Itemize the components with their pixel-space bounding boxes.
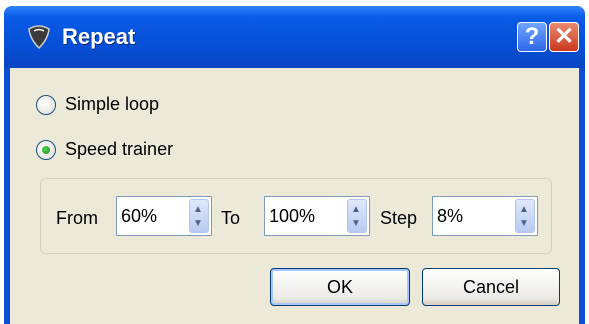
dialog-body: Simple loop Speed trainer From 60% ▲ ▼ T… (10, 68, 579, 324)
from-label: From (56, 208, 98, 228)
to-spin-arrows[interactable]: ▲ ▼ (347, 199, 367, 233)
spin-down-icon[interactable]: ▼ (351, 219, 361, 229)
title-bar[interactable]: Repeat ? ✕ (4, 6, 585, 68)
help-button[interactable]: ? (517, 22, 547, 52)
ok-button[interactable]: OK (270, 268, 410, 306)
speed-trainer-label: Speed trainer (65, 139, 174, 159)
step-value[interactable]: 8% (437, 206, 463, 227)
cancel-button[interactable]: Cancel (422, 268, 560, 306)
from-spin-arrows[interactable]: ▲ ▼ (189, 199, 209, 233)
step-spinbox[interactable]: 8% ▲ ▼ (432, 196, 538, 236)
speed-trainer-option[interactable]: Speed trainer (36, 139, 173, 160)
speed-trainer-radio[interactable] (36, 139, 56, 160)
spin-down-icon[interactable]: ▼ (193, 219, 203, 229)
step-spin-arrows[interactable]: ▲ ▼ (515, 199, 535, 233)
spin-up-icon[interactable]: ▲ (519, 205, 529, 215)
simple-loop-label: Simple loop (65, 94, 160, 114)
spin-up-icon[interactable]: ▲ (351, 205, 361, 215)
to-label: To (221, 208, 241, 228)
spin-down-icon[interactable]: ▼ (519, 219, 529, 229)
step-label: Step (380, 208, 418, 228)
repeat-dialog: Repeat ? ✕ Simple loop Speed trainer Fro… (4, 6, 585, 324)
from-spinbox[interactable]: 60% ▲ ▼ (116, 196, 212, 236)
window-title: Repeat (62, 24, 136, 49)
to-value[interactable]: 100% (269, 206, 315, 227)
spin-up-icon[interactable]: ▲ (193, 205, 203, 215)
from-value[interactable]: 60% (121, 206, 157, 227)
simple-loop-radio[interactable] (36, 94, 56, 115)
close-button[interactable]: ✕ (549, 22, 579, 52)
guitar-pick-icon (28, 25, 50, 50)
simple-loop-option[interactable]: Simple loop (36, 94, 159, 115)
to-spinbox[interactable]: 100% ▲ ▼ (264, 196, 370, 236)
